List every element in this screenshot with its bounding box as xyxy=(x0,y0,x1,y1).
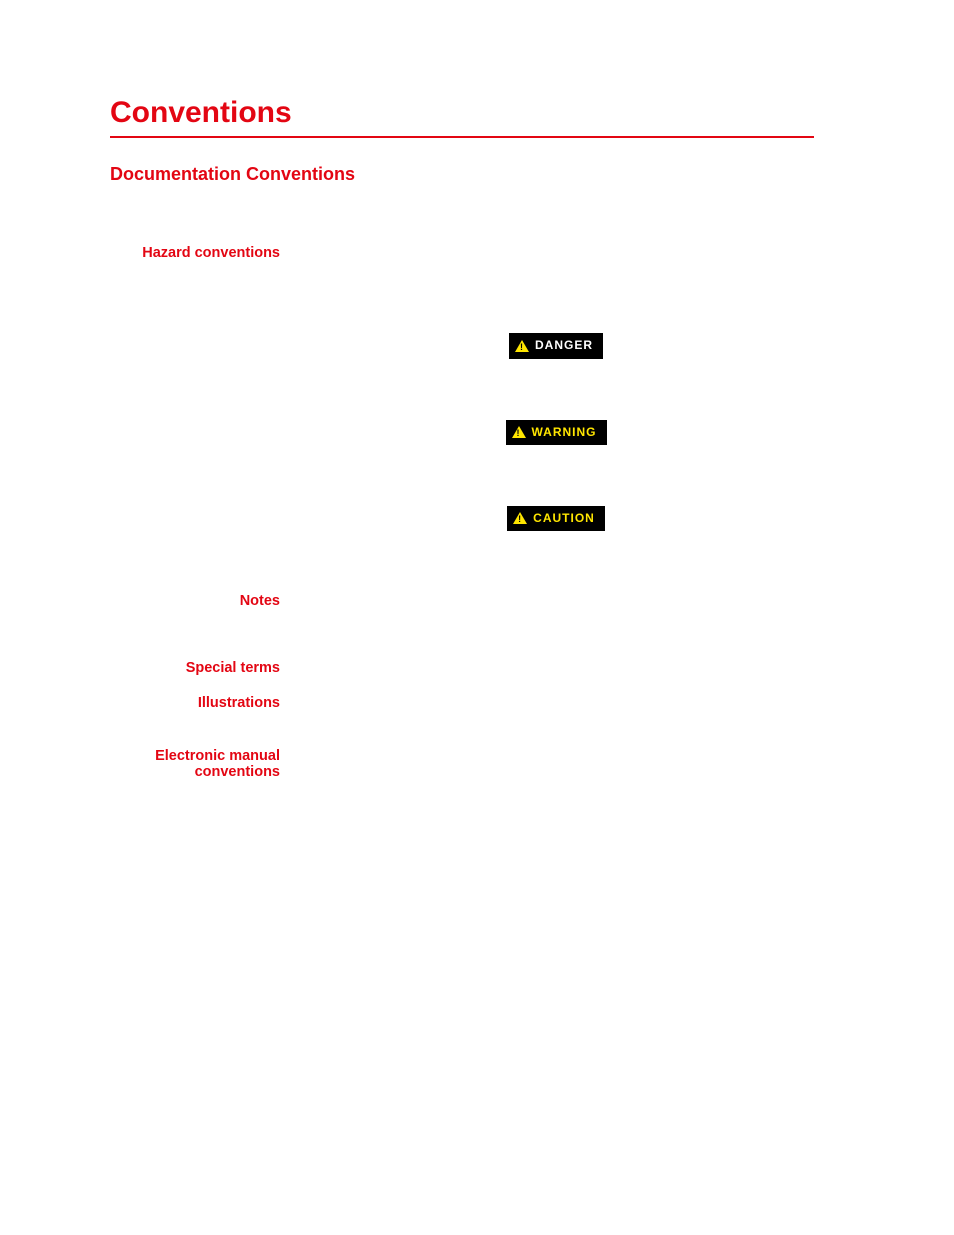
hazard-body: Hazard notices are used in this publicat… xyxy=(298,244,814,584)
note-label: Note: xyxy=(314,620,345,634)
title-rule xyxy=(110,136,814,138)
emanual-body: In addition to traditional bookmarks ava… xyxy=(298,747,814,901)
notes-row: Notes Notes highlight important informat… xyxy=(110,592,814,637)
danger-text: Indicates situations that will result in… xyxy=(298,365,814,400)
illustrations-body: The illustrations of the instrument and … xyxy=(298,694,814,739)
illustrations-p1: The illustrations of the instrument and … xyxy=(298,694,814,729)
caution-badge: CAUTION xyxy=(507,506,605,531)
emanual-p3: Click an online link once to go to the r… xyxy=(298,873,814,890)
hazard-p2: Carefully read and follow the instructio… xyxy=(298,289,814,324)
emanual-link-word: underlined xyxy=(511,812,567,826)
alert-triangle-icon xyxy=(512,426,526,438)
caution-text: Indicates situations that could result i… xyxy=(298,537,814,572)
caution-badge-block: CAUTION xyxy=(298,506,814,531)
warning-badge: WARNING xyxy=(506,420,607,445)
warning-badge-text: WARNING xyxy=(532,424,597,441)
notes-body: Notes highlight important information ab… xyxy=(298,592,814,637)
illustrations-label: Illustrations xyxy=(110,694,280,711)
alert-triangle-icon xyxy=(515,340,529,352)
note-text: Take special notice of this information. xyxy=(348,620,551,634)
emanual-p1: In addition to traditional bookmarks ava… xyxy=(298,747,814,801)
danger-badge: DANGER xyxy=(509,333,603,358)
hazard-row: Hazard conventions Hazard notices are us… xyxy=(110,244,814,584)
special-terms-p1: New or unfamiliar terms appear in italic… xyxy=(298,659,814,676)
warning-text: Indicates situations that could result i… xyxy=(298,451,814,486)
warning-badge-block: WARNING xyxy=(298,420,814,445)
special-terms-body: New or unfamiliar terms appear in italic… xyxy=(298,659,814,686)
hazard-label: Hazard conventions xyxy=(110,244,280,261)
alert-triangle-icon xyxy=(513,512,527,524)
notes-p1: Notes highlight important information ab… xyxy=(298,592,814,609)
special-terms-row: Special terms New or unfamiliar terms ap… xyxy=(110,659,814,686)
intro-paragraph: To help you find and understand informat… xyxy=(110,205,814,222)
chapter-title: Conventions xyxy=(110,96,814,130)
illustrations-row: Illustrations The illustrations of the i… xyxy=(110,694,814,739)
emanual-p2a: Table-of-content and index entries, blue xyxy=(298,812,511,826)
special-terms-p1c: the first time they are used. xyxy=(511,660,659,674)
emanual-row: Electronic manual conventions In additio… xyxy=(110,747,814,901)
notes-label: Notes xyxy=(110,592,280,609)
special-terms-italics: italics xyxy=(481,660,511,674)
danger-badge-text: DANGER xyxy=(535,337,593,354)
hazard-p1: Hazard notices are used in this publicat… xyxy=(298,244,814,279)
notes-example: Note: Take special notice of this inform… xyxy=(314,619,814,636)
emanual-label: Electronic manual conventions xyxy=(110,747,280,780)
special-terms-p1a: New or unfamiliar terms appear in xyxy=(298,660,481,674)
special-terms-label: Special terms xyxy=(110,659,280,676)
section-title: Documentation Conventions xyxy=(110,164,814,185)
caution-badge-text: CAUTION xyxy=(533,510,595,527)
emanual-p2: Table-of-content and index entries, blue… xyxy=(298,811,814,863)
danger-badge-block: DANGER xyxy=(298,333,814,358)
footer-text: MTS LX Laser Extensometer xyxy=(110,1180,238,1191)
